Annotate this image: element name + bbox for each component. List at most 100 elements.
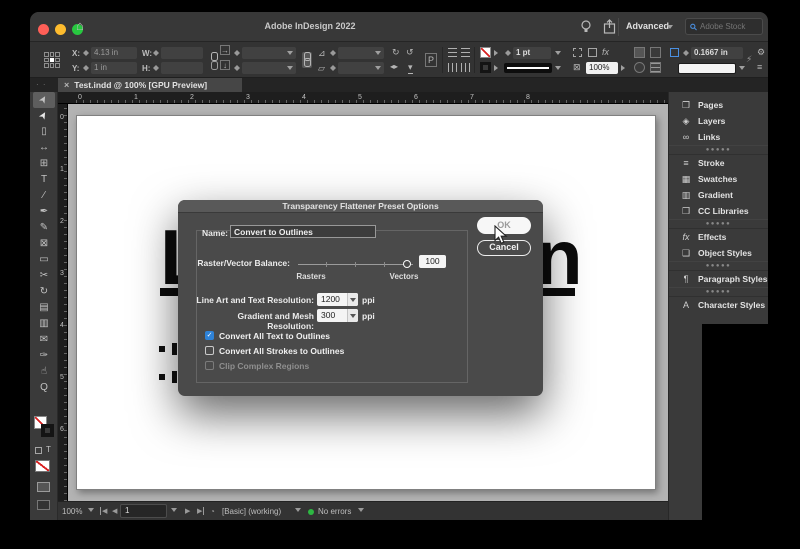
panel-item-cc-libraries[interactable]: ❒ CC Libraries (669, 203, 768, 219)
tool-rectangle[interactable]: ▭ (30, 252, 58, 268)
tool-free-transform[interactable]: ↻ (30, 284, 58, 300)
chevron-down-icon[interactable] (347, 293, 358, 306)
chevron-down-icon[interactable] (554, 47, 562, 59)
tool-zoom[interactable]: Q (30, 380, 58, 396)
chevron-down-icon[interactable] (358, 508, 366, 516)
tool-rectangle-frame[interactable]: ⊠ (30, 236, 58, 252)
stroke-proxy-swatch[interactable] (41, 424, 54, 437)
tool-hand[interactable]: ☝ (30, 364, 58, 380)
search-field[interactable] (685, 18, 763, 35)
tool-gap[interactable]: ↔ (30, 140, 58, 156)
convert-text-label[interactable]: Convert All Text to Outlines (219, 331, 330, 341)
chevron-right-icon[interactable] (494, 62, 500, 74)
screen-mode-icon[interactable] (37, 482, 50, 492)
tool-scissors[interactable]: ✂ (30, 268, 58, 284)
name-input[interactable] (230, 225, 376, 238)
convert-strokes-label[interactable]: Convert All Strokes to Outlines (219, 346, 344, 356)
tool-content-collector[interactable]: ⊞ (30, 156, 58, 172)
tool-pen[interactable]: ✒ (30, 204, 58, 220)
lineart-resolution-select[interactable]: 1200 (317, 293, 358, 306)
text-wrap-none-icon[interactable] (634, 47, 645, 58)
dock-group-divider[interactable]: ●●●●● (669, 145, 768, 155)
dock-group-divider[interactable]: ●●●●● (669, 261, 768, 271)
chevron-down-icon[interactable] (738, 62, 746, 74)
tool-note[interactable]: ✉ (30, 332, 58, 348)
last-page-button[interactable]: ▶ (197, 507, 205, 515)
panel-collapse-dots[interactable]: · · (36, 80, 47, 89)
gradient-resolution-select[interactable]: 300 (317, 309, 358, 322)
lightbulb-icon[interactable] (580, 19, 592, 35)
tool-gradient-feather[interactable]: ▥ (30, 316, 58, 332)
chevron-down-icon[interactable] (171, 508, 179, 516)
slant-stepper[interactable] (329, 62, 336, 74)
preflight-icon[interactable]: ◔ (210, 507, 215, 516)
stroke-swatch[interactable] (480, 62, 491, 73)
fill-swatch-none[interactable] (480, 47, 491, 58)
page-number-field[interactable]: 1 (120, 504, 167, 518)
scale-x-stepper[interactable] (233, 47, 240, 59)
formatting-affects-text-icon[interactable]: T (46, 445, 51, 454)
chevron-right-icon[interactable] (621, 62, 627, 74)
opacity-field[interactable]: 100% (586, 62, 618, 74)
stroke-weight-stepper[interactable] (504, 47, 511, 59)
object-style-preview[interactable] (678, 63, 736, 74)
raster-vector-slider[interactable] (298, 260, 413, 269)
reference-point-grid[interactable] (44, 52, 60, 68)
select-container-icon[interactable]: P (425, 53, 438, 67)
tool-gradient-swatch[interactable]: ▤ (30, 300, 58, 316)
panel-item-character-styles[interactable]: A Character Styles (669, 297, 768, 313)
previous-page-button[interactable]: ◀ (112, 507, 117, 515)
tool-eyedropper[interactable]: ✑ (30, 348, 58, 364)
flip-vertical-icon[interactable]: ▾ (408, 61, 413, 74)
corner-size-stepper[interactable] (682, 47, 689, 59)
tool-type[interactable]: T (30, 172, 58, 188)
corner-size-field[interactable]: 0.1667 in (691, 47, 743, 59)
constrain-dimensions-icon[interactable] (209, 52, 219, 70)
chevron-down-icon[interactable] (374, 47, 382, 59)
home-icon[interactable]: ⌂ (76, 19, 84, 32)
constrain-scale-icon[interactable] (302, 52, 312, 68)
rotate-ccw-icon[interactable]: ↺ (406, 46, 414, 58)
effects-fx-icon[interactable]: fx (602, 46, 609, 58)
panel-item-gradient[interactable]: ▥ Gradient (669, 187, 768, 203)
window-minimize-button[interactable] (55, 24, 66, 35)
shear-stepper[interactable] (329, 47, 336, 59)
y-stepper[interactable] (82, 62, 89, 74)
panel-menu-icon[interactable]: ≡ (757, 61, 762, 73)
dock-group-divider[interactable]: ●●●●● (669, 287, 768, 297)
convert-text-checkbox[interactable]: ✓ (205, 331, 214, 340)
tool-direct-selection[interactable]: ➤ (30, 108, 58, 124)
tab-close-icon[interactable]: × (64, 80, 69, 90)
auto-fit-frame-icon[interactable] (670, 48, 679, 57)
convert-strokes-checkbox[interactable] (205, 346, 214, 355)
tool-line[interactable]: ∕ (30, 188, 58, 204)
workspace-switcher[interactable]: Advanced (626, 21, 669, 31)
panel-item-paragraph-styles[interactable]: ¶ Paragraph Styles (669, 271, 768, 287)
preflight-status[interactable]: No errors (318, 507, 351, 516)
panel-item-effects[interactable]: fx Effects (669, 229, 768, 245)
next-page-button[interactable]: ▶ (185, 507, 190, 515)
chevron-down-icon[interactable] (374, 62, 382, 74)
chevron-down-icon[interactable] (347, 309, 358, 322)
panel-item-links[interactable]: ∞ Links (669, 129, 768, 145)
first-page-button[interactable]: ◀ (100, 507, 107, 515)
dialog-title[interactable]: Transparency Flattener Preset Options (178, 200, 543, 213)
normal-view-mode-icon[interactable] (37, 500, 50, 510)
chevron-down-icon[interactable] (554, 62, 562, 74)
document-tab[interactable]: × Test.indd @ 100% [GPU Preview] (58, 78, 242, 92)
chevron-down-icon[interactable] (666, 21, 674, 33)
tool-selection[interactable]: ➤ (33, 92, 55, 108)
gear-icon[interactable]: ⚙ (757, 46, 765, 58)
frame-fitting-icon[interactable] (650, 62, 661, 73)
balance-value-field[interactable]: 100 (419, 255, 446, 268)
x-stepper[interactable] (82, 47, 89, 59)
panel-item-layers[interactable]: ◈ Layers (669, 113, 768, 129)
quick-apply-icon[interactable]: ⚡ (746, 53, 752, 65)
text-wrap-bounding-icon[interactable] (650, 47, 661, 58)
h-field[interactable] (161, 62, 203, 74)
align-top-icon[interactable] (448, 63, 457, 72)
vertical-ruler[interactable]: 0 1 2 3 4 5 6 (58, 104, 68, 501)
horizontal-ruler[interactable]: 0 1 2 3 4 5 6 7 8 (58, 92, 668, 104)
transparency-icon[interactable]: ⊠ (573, 61, 581, 73)
stroke-weight-field[interactable]: 1 pt (513, 47, 551, 59)
